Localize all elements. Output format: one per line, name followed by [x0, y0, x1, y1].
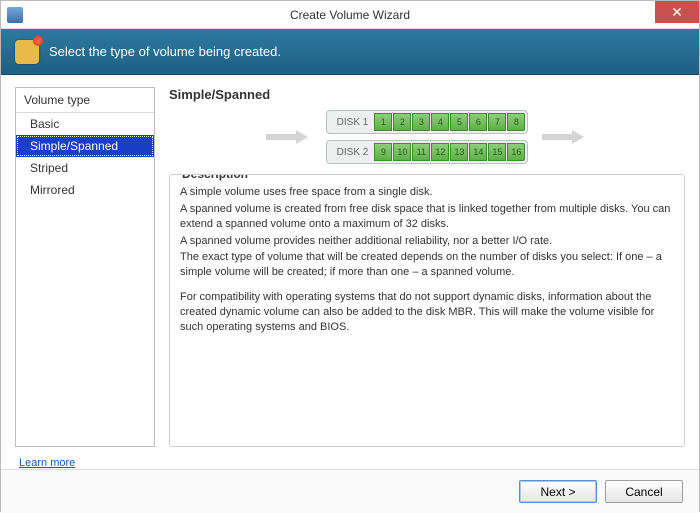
desc-p4: The exact type of volume that will be cr… [180, 250, 674, 280]
main-panel: Simple/Spanned DISK 1 1 2 3 4 5 6 7 8 DI… [169, 87, 685, 447]
titlebar: Create Volume Wizard ✕ [1, 1, 699, 29]
disk-block: 13 [450, 143, 468, 161]
disk-block: 7 [488, 113, 506, 131]
disk-block: 16 [507, 143, 525, 161]
footer: Next > Cancel [1, 469, 699, 513]
sidebar-item-basic[interactable]: Basic [16, 113, 154, 135]
learn-more-area: Learn more [1, 453, 699, 469]
disk-block: 11 [412, 143, 430, 161]
disk-stack: DISK 1 1 2 3 4 5 6 7 8 DISK 2 9 10 11 12… [326, 110, 529, 164]
arrow-left-icon [266, 130, 312, 144]
desc-p2: A spanned volume is created from free di… [180, 202, 674, 232]
next-button[interactable]: Next > [519, 480, 597, 503]
arrow-right-icon [542, 130, 588, 144]
learn-more-link[interactable]: Learn more [19, 457, 75, 469]
desc-p1: A simple volume uses free space from a s… [180, 185, 674, 200]
sidebar-item-simple-spanned[interactable]: Simple/Spanned [16, 135, 154, 157]
disk-block: 10 [393, 143, 411, 161]
disk-1-label: DISK 1 [329, 117, 375, 128]
close-icon: ✕ [671, 5, 683, 19]
desc-p5: For compatibility with operating systems… [180, 290, 674, 335]
volume-type-list: Volume type Basic Simple/Spanned Striped… [15, 87, 155, 447]
content: Volume type Basic Simple/Spanned Striped… [1, 75, 699, 453]
sidebar-item-mirrored[interactable]: Mirrored [16, 179, 154, 201]
banner: Select the type of volume being created. [1, 29, 699, 75]
disk-block: 5 [450, 113, 468, 131]
desc-p3: A spanned volume provides neither additi… [180, 234, 674, 249]
banner-text: Select the type of volume being created. [49, 44, 281, 59]
disk-block: 6 [469, 113, 487, 131]
disk-row-1: DISK 1 1 2 3 4 5 6 7 8 [326, 110, 529, 134]
disk-block: 1 [374, 113, 392, 131]
page-title: Simple/Spanned [169, 87, 685, 102]
disk-block: 2 [393, 113, 411, 131]
disk-2-label: DISK 2 [329, 147, 375, 158]
disk-block: 3 [412, 113, 430, 131]
disk-block: 8 [507, 113, 525, 131]
close-button[interactable]: ✕ [655, 1, 699, 23]
sidebar-item-striped[interactable]: Striped [16, 157, 154, 179]
disk-row-2: DISK 2 9 10 11 12 13 14 15 16 [326, 140, 529, 164]
app-icon [7, 7, 23, 23]
disk-block: 9 [374, 143, 392, 161]
disk-diagram: DISK 1 1 2 3 4 5 6 7 8 DISK 2 9 10 11 12… [169, 108, 685, 166]
sidebar-header: Volume type [16, 88, 154, 113]
cancel-button[interactable]: Cancel [605, 480, 683, 503]
window-title: Create Volume Wizard [1, 8, 699, 22]
description-legend: Description [178, 174, 252, 181]
disk-block: 4 [431, 113, 449, 131]
disk-block: 14 [469, 143, 487, 161]
wizard-icon [15, 40, 39, 64]
disk-block: 12 [431, 143, 449, 161]
disk-block: 15 [488, 143, 506, 161]
description-text: A simple volume uses free space from a s… [180, 185, 674, 335]
description-box: Description A simple volume uses free sp… [169, 174, 685, 447]
